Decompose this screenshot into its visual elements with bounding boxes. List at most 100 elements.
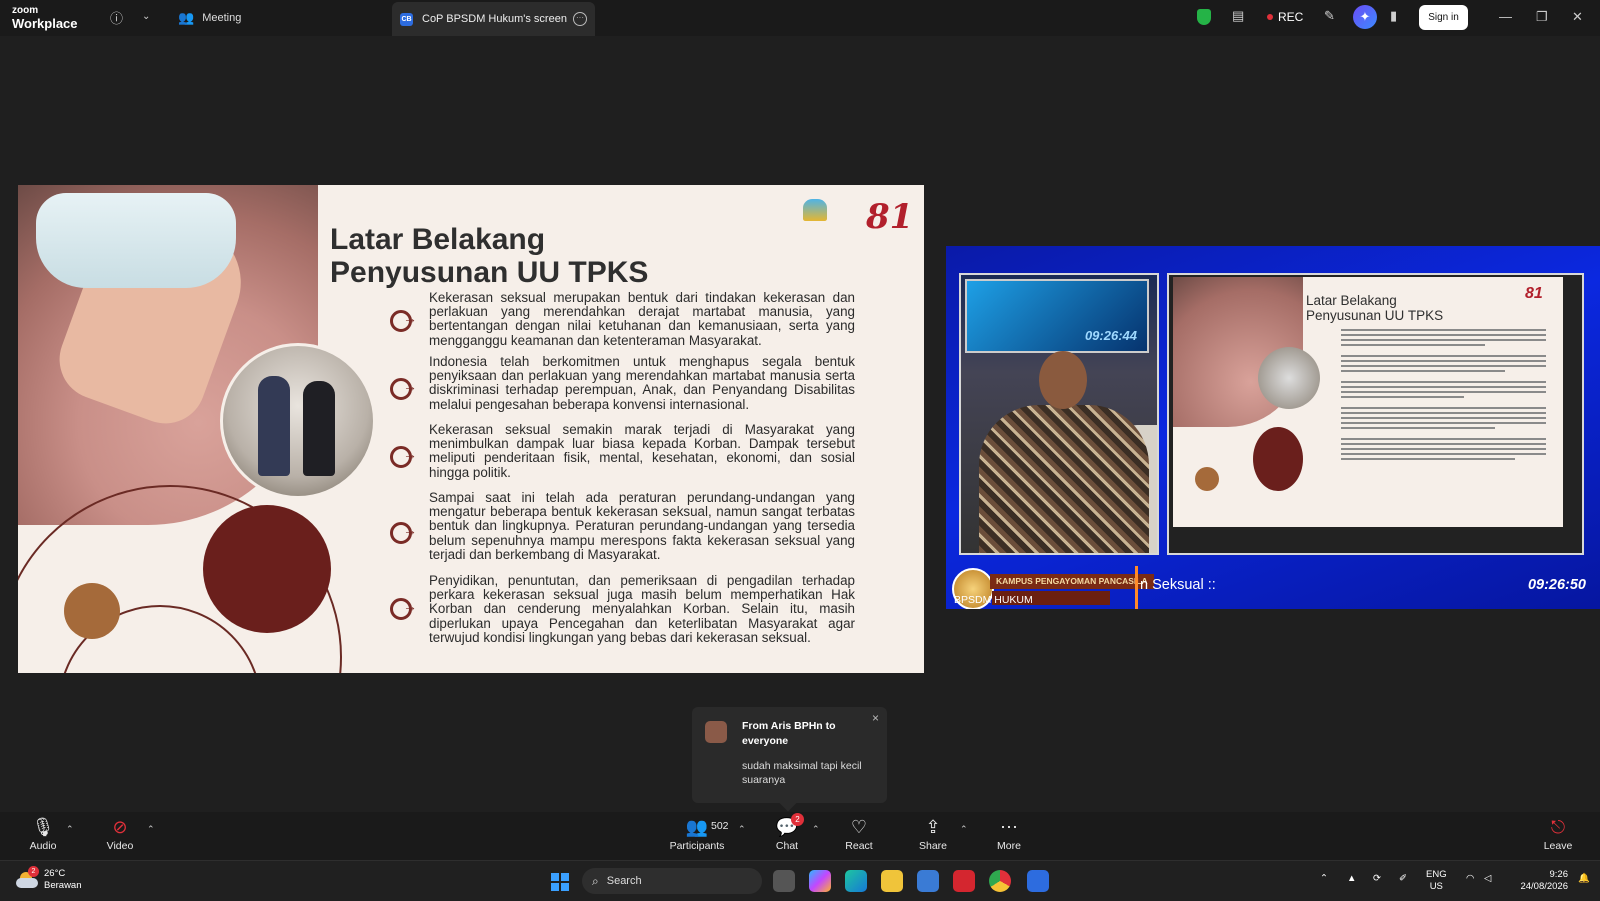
annotate-icon[interactable]: ✎ — [1324, 8, 1335, 24]
store-icon[interactable] — [917, 870, 939, 892]
shield-icon[interactable] — [1197, 9, 1211, 25]
broadcast-slide-feed: Latar Belakang Penyusunan UU TPKS 81 — [1167, 273, 1584, 555]
speaker-head — [1039, 351, 1087, 409]
volume-icon[interactable]: ◁ — [1484, 873, 1491, 885]
taskbar-clock[interactable]: 9:26 24/08/2026 — [1520, 869, 1568, 893]
weather-badge: 2 — [28, 866, 39, 877]
notes-icon[interactable]: ▤ — [1232, 8, 1244, 24]
chat-label: Chat — [775, 840, 799, 852]
keyboard-region: US — [1429, 881, 1443, 892]
participants-count: 502 — [711, 820, 729, 832]
ticker-marker — [1135, 566, 1138, 609]
temperature: 26°C — [44, 868, 66, 879]
search-label: Search — [606, 875, 642, 887]
zoom-app-icon[interactable] — [1027, 870, 1049, 892]
children-photo — [220, 343, 376, 499]
anniversary-81-logo: 81 — [866, 197, 914, 237]
video-button[interactable]: ⊘ Video — [85, 816, 155, 852]
task-view-icon[interactable] — [773, 870, 795, 892]
sync-icon[interactable]: ⟳ — [1373, 873, 1381, 885]
tab-meeting[interactable]: 👥 Meeting — [178, 0, 241, 36]
channel-label: BPSDM HUKUM — [954, 594, 1033, 606]
video-options-caret[interactable]: ⌃ — [147, 824, 155, 835]
weather-widget[interactable]: 2 26°C Berawan — [14, 866, 82, 892]
tab-shared-screen[interactable]: CB CoP BPSDM Hukum's screen ··· — [392, 2, 595, 36]
more-button[interactable]: ⋯ More — [974, 816, 1044, 852]
people-icon: 👥 — [178, 10, 195, 25]
mini-slide-title: Latar Belakang Penyusunan UU TPKS — [1306, 293, 1443, 323]
brand-top: zoom — [12, 5, 39, 16]
slide-paragraph: Sampai saat ini telah ada peraturan peru… — [429, 490, 855, 562]
mini-circle-dark — [1253, 427, 1303, 491]
panel-icon[interactable]: ▮ — [1390, 8, 1397, 24]
wps-office-icon[interactable] — [953, 870, 975, 892]
title-bar: zoom Workplace ⓘ ⌄ 👥 Meeting CB CoP BPSD… — [0, 0, 1600, 36]
heart-icon: ♡ — [850, 817, 868, 837]
chevron-down-icon[interactable]: ⌄ — [142, 11, 150, 22]
speaker-camera-feed: 09:26:44 — [959, 273, 1159, 555]
slide-paragraph: Kekerasan seksual semakin marak terjadi … — [429, 422, 855, 480]
video-label: Video — [106, 840, 134, 852]
sign-in-button[interactable]: Sign in — [1419, 5, 1468, 30]
more-options-icon[interactable]: ··· — [573, 12, 587, 26]
rec-label: REC — [1278, 10, 1304, 24]
ministry-logo — [780, 199, 850, 239]
restore-icon[interactable]: ❐ — [1536, 9, 1548, 25]
recording-indicator[interactable]: REC — [1267, 10, 1303, 24]
program-label: KAMPUS PENGAYOMAN PANCASILA — [990, 574, 1154, 589]
zoom-logo: zoom Workplace — [12, 5, 78, 31]
react-label: React — [845, 840, 873, 852]
chat-options-caret[interactable]: ⌃ — [812, 824, 820, 835]
participants-options-caret[interactable]: ⌃ — [738, 824, 746, 835]
broadcast-time: 09:26:50 — [1527, 577, 1586, 593]
close-notification-icon[interactable]: × — [872, 711, 879, 725]
clock-date: 24/08/2026 — [1520, 881, 1568, 892]
close-icon[interactable]: ✕ — [1572, 9, 1583, 25]
bullet-arrow-icon — [390, 598, 417, 620]
react-button[interactable]: ♡ React — [824, 816, 894, 852]
edge-icon[interactable] — [845, 870, 867, 892]
tray-app-icon[interactable]: ▲ — [1347, 873, 1356, 885]
leave-button[interactable]: ⎋ Leave — [1524, 816, 1592, 852]
decorative-circle-dark — [203, 505, 331, 633]
copilot-icon[interactable] — [809, 870, 831, 892]
bullet-arrow-icon — [390, 446, 417, 468]
leave-label: Leave — [1543, 840, 1573, 852]
slide-title: Latar Belakang Penyusunan UU TPKS — [330, 223, 648, 289]
news-ticker: n Seksual :: — [1140, 577, 1216, 593]
chat-notification[interactable]: From Aris BPHn to everyone sudah maksima… — [692, 707, 887, 812]
ai-companion-icon[interactable]: ✦ — [1353, 5, 1377, 29]
taskbar-search[interactable]: ⌕ Search — [582, 868, 762, 894]
search-icon: ⌕ — [592, 873, 599, 888]
slide-title-line: Latar Belakang — [330, 223, 546, 256]
info-icon[interactable]: ⓘ — [110, 8, 123, 27]
tab-meeting-label: Meeting — [202, 12, 242, 24]
weather-condition: Berawan — [44, 880, 82, 891]
leave-icon: ⎋ — [1550, 817, 1566, 837]
sender-avatar — [705, 721, 727, 743]
share-options-caret[interactable]: ⌃ — [960, 824, 968, 835]
studio-clock: 09:26:44 — [1084, 328, 1137, 343]
language-indicator[interactable]: ENG US — [1426, 869, 1447, 893]
wifi-icon[interactable]: ◠ — [1466, 873, 1474, 885]
speaker-video-panel[interactable]: 09:26:44 Latar Belakang Penyusunan UU TP… — [946, 246, 1600, 609]
windows-start-icon[interactable] — [551, 873, 569, 891]
child-figure — [303, 381, 335, 476]
brand-bottom: Workplace — [12, 16, 78, 31]
slide-paragraph: Kekerasan seksual merupakan bentuk dari … — [429, 290, 855, 348]
pen-icon[interactable]: ✐ — [1399, 873, 1407, 885]
weather-cloudy-icon: 2 — [14, 866, 39, 890]
chrome-icon[interactable] — [989, 870, 1011, 892]
file-explorer-icon[interactable] — [881, 870, 903, 892]
windows-taskbar: 2 26°C Berawan ⌕ Search ⌃ ▲ ⟳ ✐ ENG US ◠… — [0, 860, 1600, 901]
photo-mask — [36, 193, 236, 288]
tray-overflow-icon[interactable]: ⌃ — [1320, 873, 1328, 885]
language-code: ENG — [1426, 869, 1447, 880]
studio-screen: 09:26:44 — [965, 279, 1149, 353]
audio-options-caret[interactable]: ⌃ — [66, 824, 74, 835]
minimize-icon[interactable]: — — [1499, 9, 1512, 24]
mini-title-line: Latar Belakang — [1306, 293, 1397, 308]
notification-bell-icon[interactable]: 🔔 — [1578, 873, 1590, 885]
child-figure — [258, 376, 290, 476]
share-button[interactable]: ⇪ Share — [898, 816, 968, 852]
